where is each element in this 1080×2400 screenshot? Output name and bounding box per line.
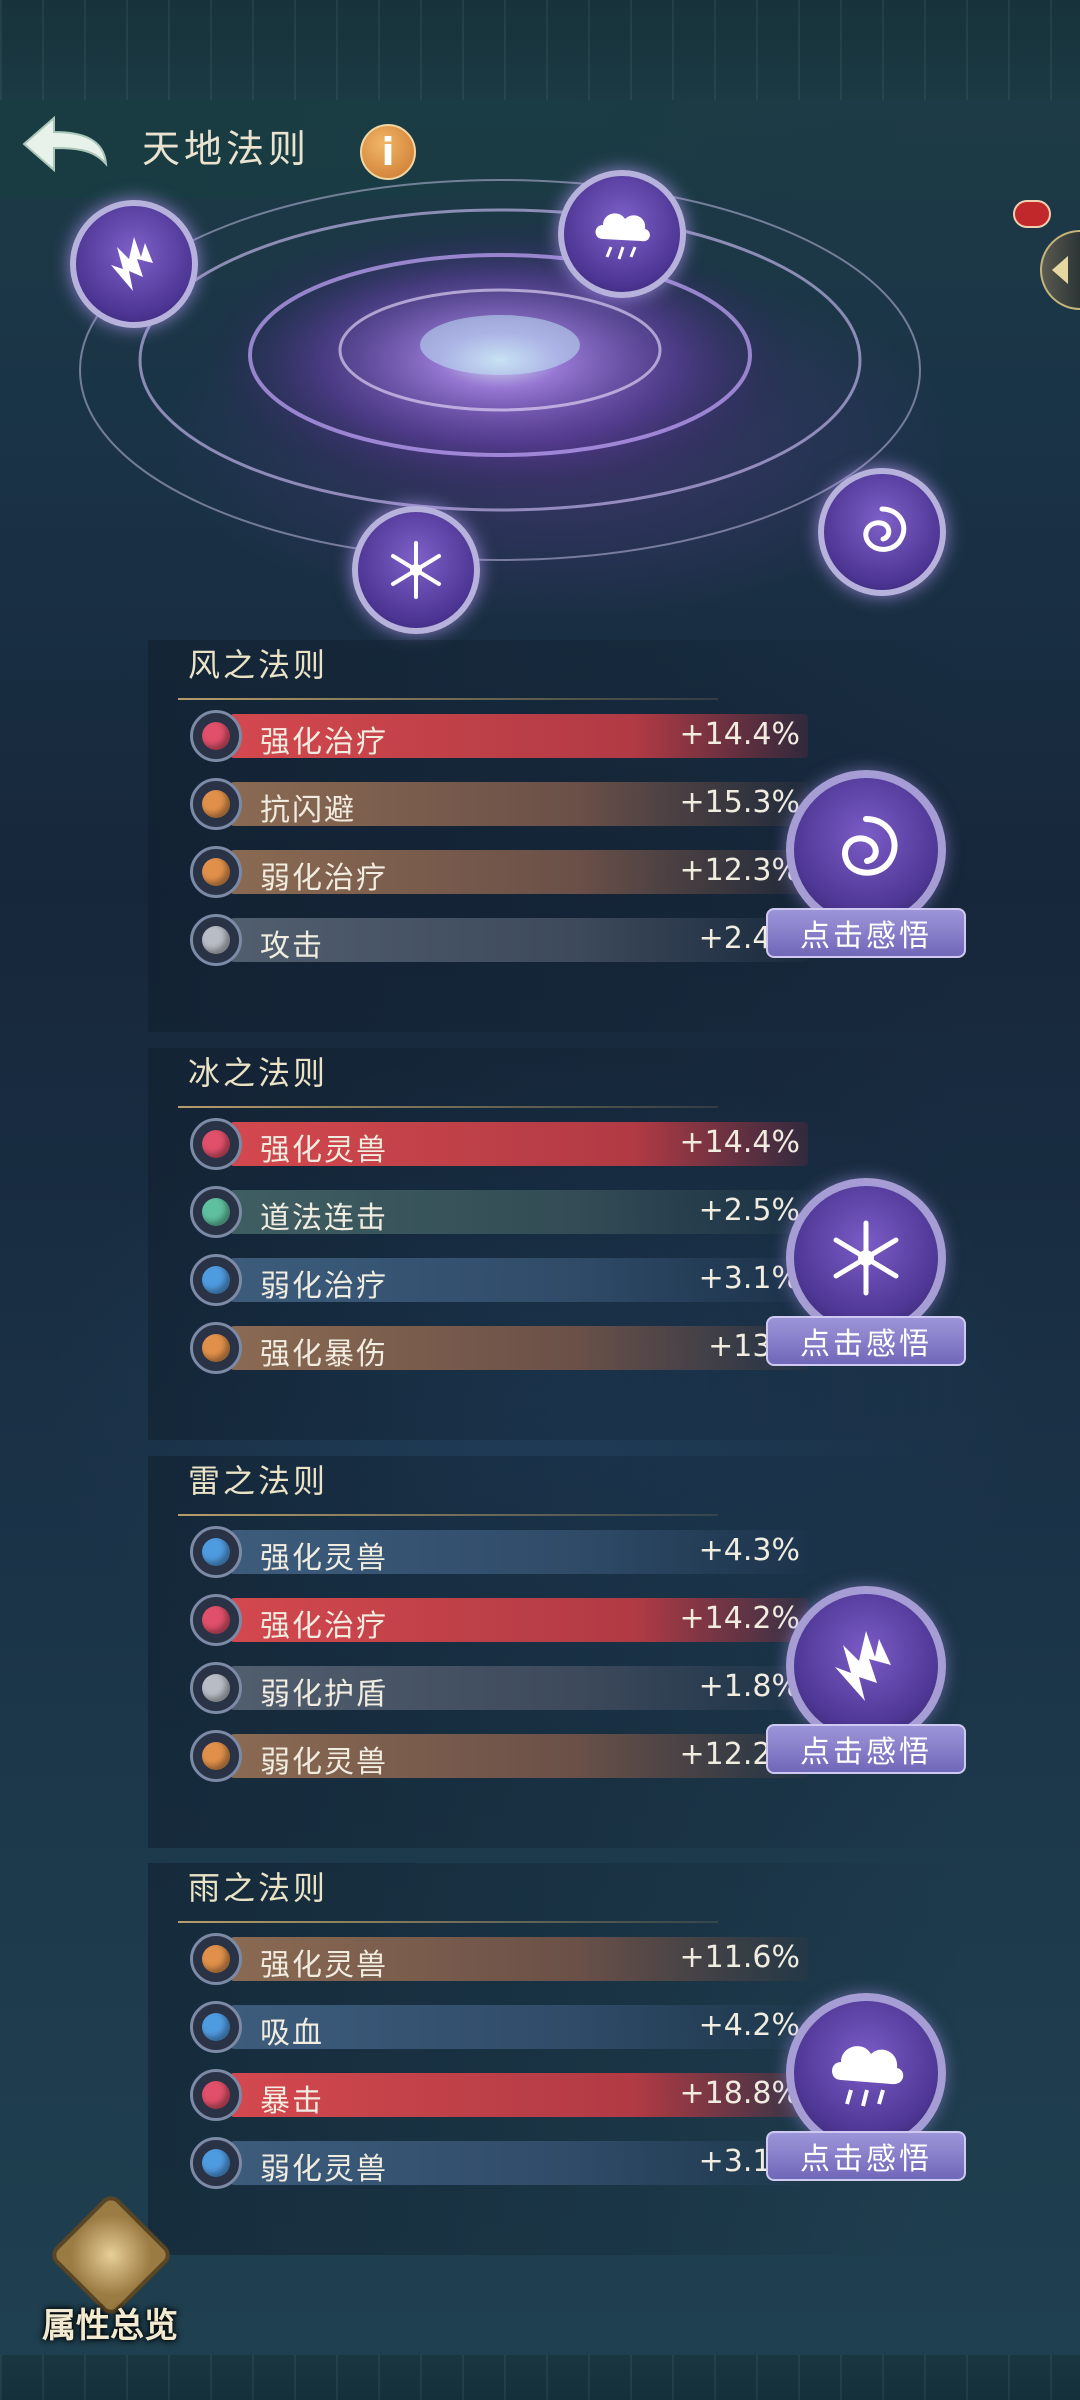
comprehend-widget[interactable]: 点击感悟 — [766, 1993, 966, 2193]
section-divider — [178, 1106, 718, 1108]
stat-row: 弱化灵兽 +3.1% — [190, 2137, 808, 2189]
stat-name: 强化灵兽 — [260, 1948, 388, 1983]
stat-row: 弱化治疗 +3.1% — [190, 1254, 808, 1306]
section-divider — [178, 1514, 718, 1516]
rain-cloud-icon — [595, 213, 650, 260]
law-section-title: 雨之法则 — [188, 1869, 329, 1907]
lightning-icon — [835, 1631, 891, 1701]
law-orb[interactable] — [786, 770, 946, 930]
stat-value: +14.4% — [679, 717, 800, 752]
stat-gem-icon — [190, 914, 242, 966]
law-section-title: 冰之法则 — [188, 1054, 329, 1092]
chevron-left-icon — [1052, 256, 1068, 284]
stat-name: 弱化治疗 — [260, 1269, 388, 1304]
stat-name: 暴击 — [260, 2084, 324, 2119]
stat-row: 道法连击 +2.5% — [190, 1186, 808, 1238]
comprehend-button[interactable]: 点击感悟 — [766, 2131, 966, 2181]
stat-gem-icon — [190, 2137, 242, 2189]
wind-swirl-icon — [842, 816, 898, 876]
comprehend-button[interactable]: 点击感悟 — [766, 1724, 966, 1774]
stat-row: 暴击 +18.8% — [190, 2069, 808, 2121]
comprehend-widget[interactable]: 点击感悟 — [766, 1586, 966, 1786]
stat-row: 强化治疗 +14.4% — [190, 710, 808, 762]
attribute-overview-button[interactable]: 属性总览 — [30, 2191, 190, 2350]
wind-node[interactable] — [818, 468, 946, 596]
stat-row: 弱化护盾 +1.8% — [190, 1662, 808, 1714]
top-decor-strip — [0, 0, 1080, 100]
section-divider — [178, 698, 718, 700]
stat-name: 弱化灵兽 — [260, 2152, 388, 2187]
comprehend-button[interactable]: 点击感悟 — [766, 908, 966, 958]
law-orb[interactable] — [786, 1993, 946, 2153]
stat-value: +11.6% — [679, 1940, 800, 1975]
law-section-title: 雷之法则 — [188, 1462, 329, 1500]
stat-value: +2.5% — [698, 1193, 800, 1228]
stat-value: +18.8% — [679, 2076, 800, 2111]
stat-value: +14.2% — [679, 1601, 800, 1636]
stat-gem-icon — [190, 1594, 242, 1646]
stat-name: 攻击 — [260, 929, 324, 964]
stat-value: +4.3% — [698, 1533, 800, 1568]
stat-value: +4.2% — [698, 2008, 800, 2043]
stat-row: 强化灵兽 +4.3% — [190, 1526, 808, 1578]
section-divider — [178, 1921, 718, 1923]
stat-gem-icon — [190, 2001, 242, 2053]
stat-row: 攻击 +2.4% — [190, 914, 808, 966]
stat-gem-icon — [190, 710, 242, 762]
stat-row: 吸血 +4.2% — [190, 2001, 808, 2053]
stat-name: 强化灵兽 — [260, 1133, 388, 1168]
stat-value: +1.8% — [698, 1669, 800, 1704]
stat-name: 弱化护盾 — [260, 1677, 388, 1712]
stat-row: 弱化灵兽 +12.2% — [190, 1730, 808, 1782]
rain-cloud-node[interactable] — [558, 170, 686, 298]
stat-gem-icon — [190, 846, 242, 898]
stat-name: 强化灵兽 — [260, 1541, 388, 1576]
stat-gem-icon — [190, 1526, 242, 1578]
snowflake-icon — [391, 541, 441, 599]
snowflake-icon — [833, 1220, 899, 1296]
comprehend-button[interactable]: 点击感悟 — [766, 1316, 966, 1366]
stat-name: 道法连击 — [260, 1201, 388, 1236]
comprehend-widget[interactable]: 点击感悟 — [766, 770, 966, 970]
stat-row: 强化灵兽 +14.4% — [190, 1118, 808, 1170]
stat-row: 弱化治疗 +12.3% — [190, 846, 808, 898]
stat-value: +14.4% — [679, 1125, 800, 1160]
comprehend-widget[interactable]: 点击感悟 — [766, 1178, 966, 1378]
stat-gem-icon — [190, 1322, 242, 1374]
stat-gem-icon — [190, 2069, 242, 2121]
stat-name: 弱化灵兽 — [260, 1745, 388, 1780]
lightning-node[interactable] — [70, 200, 198, 328]
stat-gem-icon — [190, 1186, 242, 1238]
ice-node[interactable] — [352, 506, 480, 634]
stat-gem-icon — [190, 778, 242, 830]
law-section-title: 风之法则 — [188, 646, 329, 684]
stat-gem-icon — [190, 1662, 242, 1714]
stat-row: 强化灵兽 +11.6% — [190, 1933, 808, 1985]
stat-value: +15.3% — [679, 785, 800, 820]
stat-row: 抗闪避 +15.3% — [190, 778, 808, 830]
law-orb[interactable] — [786, 1586, 946, 1746]
wind-swirl-icon — [863, 506, 907, 552]
rain-cloud-icon — [832, 2046, 904, 2107]
stat-gem-icon — [190, 1254, 242, 1306]
stat-gem-icon — [190, 1118, 242, 1170]
lightning-icon — [111, 237, 153, 291]
stat-row: 强化暴伤 +13% — [190, 1322, 808, 1374]
stat-value: +3.1% — [698, 1261, 800, 1296]
stat-name: 弱化治疗 — [260, 861, 388, 896]
stat-row: 强化治疗 +14.2% — [190, 1594, 808, 1646]
bottom-decor-strip — [0, 2355, 1080, 2400]
stat-value: +12.3% — [679, 853, 800, 888]
stat-name: 强化治疗 — [260, 1609, 388, 1644]
stat-name: 吸血 — [260, 2016, 324, 2051]
stat-name: 强化暴伤 — [260, 1337, 388, 1372]
attribute-overview-label: 属性总览 — [42, 2306, 178, 2346]
stat-name: 抗闪避 — [260, 793, 356, 828]
law-orb[interactable] — [786, 1178, 946, 1338]
stat-gem-icon — [190, 1730, 242, 1782]
stat-gem-icon — [190, 1933, 242, 1985]
stat-name: 强化治疗 — [260, 725, 388, 760]
